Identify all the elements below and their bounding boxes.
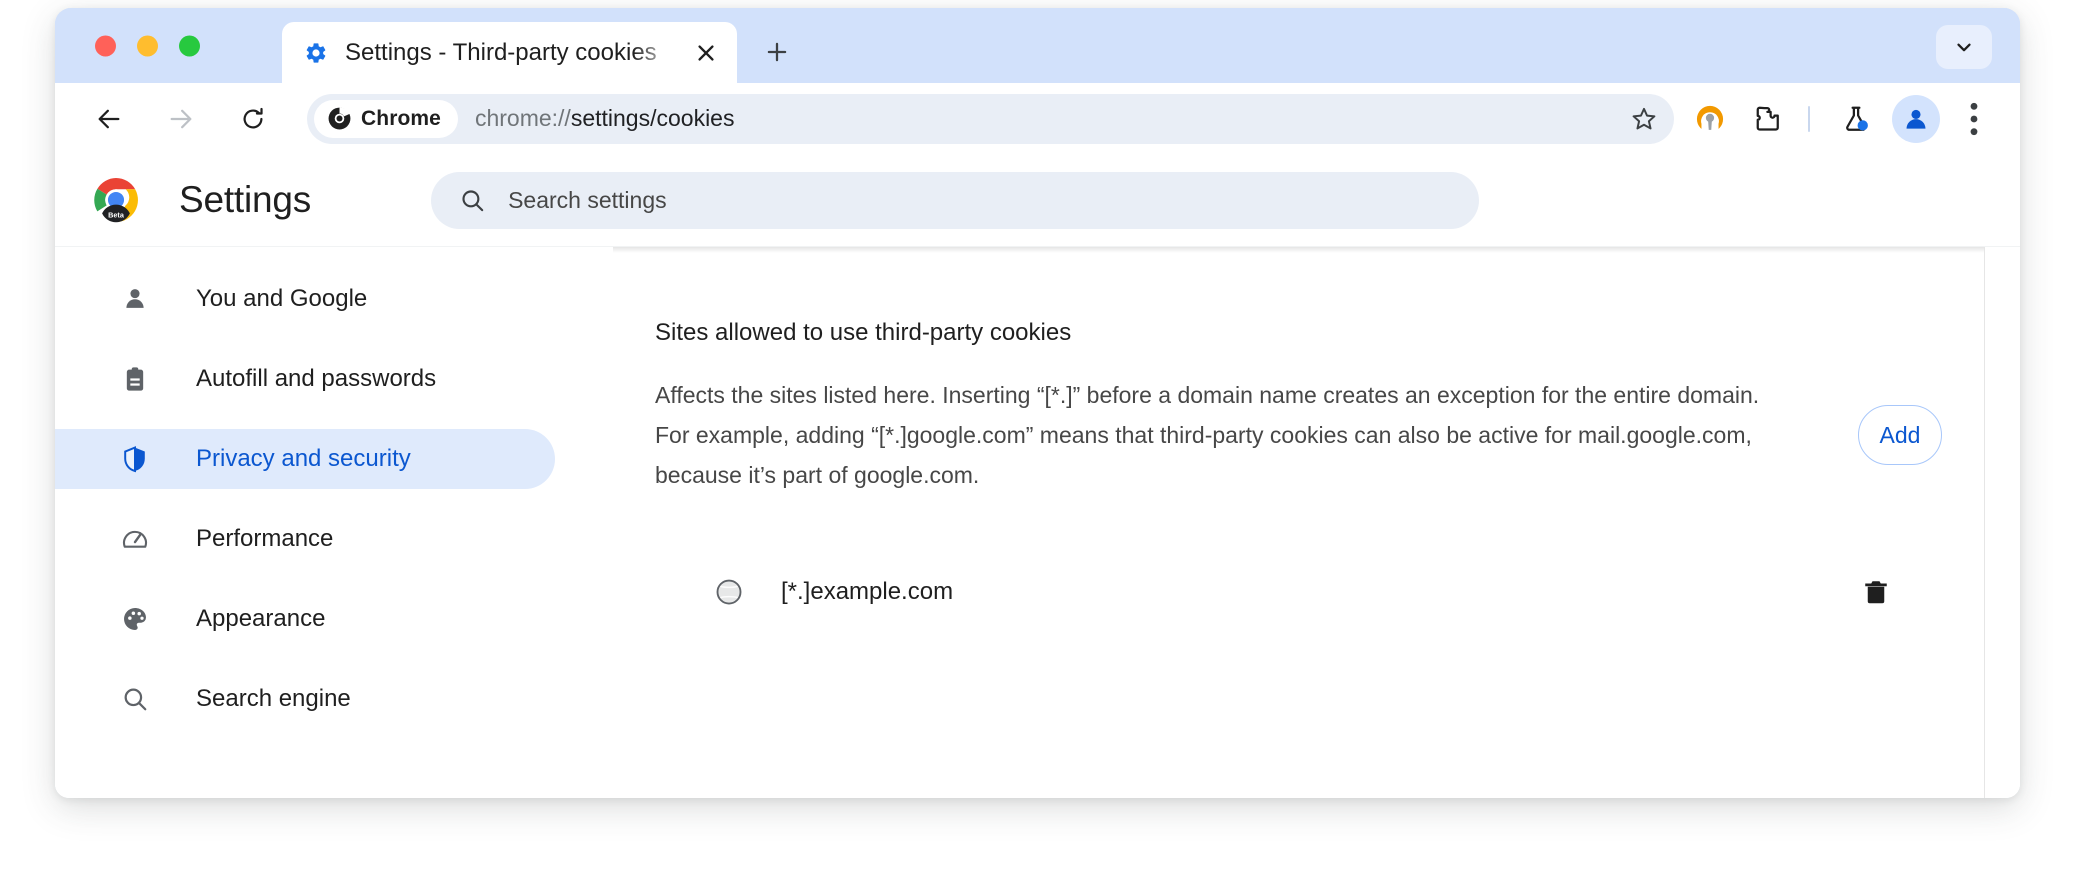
window-maximize-button[interactable] <box>179 35 200 56</box>
chrome-logo-beta-icon: Beta <box>93 177 139 223</box>
palette-icon <box>120 604 150 634</box>
clipboard-icon <box>120 364 150 394</box>
shield-icon <box>120 444 150 474</box>
sidebar-item-label: Autofill and passwords <box>196 365 436 393</box>
extensions-button[interactable] <box>1742 93 1794 145</box>
third-party-cookies-card: Sites allowed to use third-party cookies… <box>613 247 1984 798</box>
settings-body: You and Google Autofill and passwords <box>55 246 2020 798</box>
profile-button[interactable] <box>1892 95 1940 143</box>
search-settings-input[interactable]: Search settings <box>431 172 1479 229</box>
browser-window: Settings - Third-party cookies <box>55 8 2020 798</box>
back-button[interactable] <box>85 95 133 143</box>
speedometer-icon <box>120 524 150 554</box>
trash-icon <box>1861 577 1891 607</box>
gear-icon <box>304 41 328 65</box>
add-site-button[interactable]: Add <box>1858 405 1942 465</box>
window-traffic-lights <box>95 35 200 56</box>
sidebar-item-appearance[interactable]: Appearance <box>55 589 555 649</box>
sidebar-item-label: You and Google <box>196 285 367 313</box>
omnibox-chip-label: Chrome <box>361 107 441 131</box>
forward-button[interactable] <box>157 95 205 143</box>
magnifier-icon <box>120 684 150 714</box>
window-close-button[interactable] <box>95 35 116 56</box>
password-manager-icon <box>1694 103 1726 135</box>
search-icon <box>459 187 486 214</box>
browser-tab[interactable]: Settings - Third-party cookies <box>282 22 737 83</box>
tab-title-container: Settings - Third-party cookies <box>345 36 685 70</box>
arrow-left-icon <box>95 105 123 133</box>
table-row[interactable]: [*.]example.com <box>655 553 1942 631</box>
globe-icon <box>713 576 745 608</box>
sidebar-item-performance[interactable]: Performance <box>55 509 555 569</box>
arrow-right-icon <box>167 105 195 133</box>
sidebar-item-label: Performance <box>196 525 333 553</box>
chevron-down-icon <box>1953 36 1975 58</box>
settings-sidebar: You and Google Autofill and passwords <box>55 247 613 798</box>
sidebar-item-search-engine[interactable]: Search engine <box>55 669 555 729</box>
chrome-mono-icon <box>327 106 352 131</box>
profile-avatar-icon <box>1902 105 1930 133</box>
omnibox-url[interactable]: chrome://settings/cookies <box>475 105 1614 132</box>
url-scheme: chrome:// <box>475 105 571 131</box>
settings-content: Sites allowed to use third-party cookies… <box>613 247 2020 798</box>
new-tab-button[interactable] <box>755 30 799 74</box>
tab-search-button[interactable] <box>1936 25 1992 69</box>
sidebar-item-privacy-and-security[interactable]: Privacy and security <box>55 429 555 489</box>
star-icon <box>1630 105 1658 133</box>
tab-strip: Settings - Third-party cookies <box>55 8 2020 83</box>
window-minimize-button[interactable] <box>137 35 158 56</box>
tab-close-button[interactable] <box>685 32 727 74</box>
settings-page: Beta Settings Search settings <box>55 154 2020 798</box>
browser-toolbar: Chrome chrome://settings/cookies <box>55 83 2020 154</box>
site-name: [*.]example.com <box>781 578 1852 606</box>
experiments-button[interactable] <box>1830 93 1882 145</box>
sidebar-item-you-and-google[interactable]: You and Google <box>55 269 555 329</box>
omnibox-chrome-chip[interactable]: Chrome <box>314 100 458 138</box>
sidebar-item-autofill-and-passwords[interactable]: Autofill and passwords <box>55 349 555 409</box>
section-title: Sites allowed to use third-party cookies <box>655 319 1071 347</box>
extensions-puzzle-icon <box>1753 104 1783 134</box>
person-icon <box>120 284 150 314</box>
reload-icon <box>239 105 267 133</box>
screenshot-root: Settings - Third-party cookies <box>0 0 2074 879</box>
section-description-row: Affects the sites listed here. Inserting… <box>655 375 1942 495</box>
content-top-shadow <box>613 247 1984 253</box>
experiments-flask-icon <box>1841 104 1871 134</box>
delete-site-button[interactable] <box>1852 568 1900 616</box>
sidebar-item-label: Search engine <box>196 685 351 713</box>
omnibox[interactable]: Chrome chrome://settings/cookies <box>307 94 1674 144</box>
sidebar-item-label: Privacy and security <box>196 445 411 473</box>
bookmark-button[interactable] <box>1620 97 1668 141</box>
sidebar-item-label: Appearance <box>196 605 325 633</box>
search-settings-placeholder: Search settings <box>508 187 667 214</box>
password-manager-button[interactable] <box>1684 93 1736 145</box>
toolbar-divider <box>1808 106 1810 132</box>
section-description: Affects the sites listed here. Inserting… <box>655 375 1800 495</box>
browser-menu-button[interactable] <box>1950 93 1998 145</box>
reload-button[interactable] <box>229 95 277 143</box>
svg-text:Beta: Beta <box>108 210 125 219</box>
three-dot-menu-icon <box>1970 102 1978 136</box>
settings-header: Beta Settings Search settings <box>55 154 2020 246</box>
close-icon <box>695 42 717 64</box>
tab-title: Settings - Third-party cookies <box>345 36 685 70</box>
url-path: settings/cookies <box>571 105 735 131</box>
plus-icon <box>764 39 790 65</box>
page-title: Settings <box>179 179 311 221</box>
